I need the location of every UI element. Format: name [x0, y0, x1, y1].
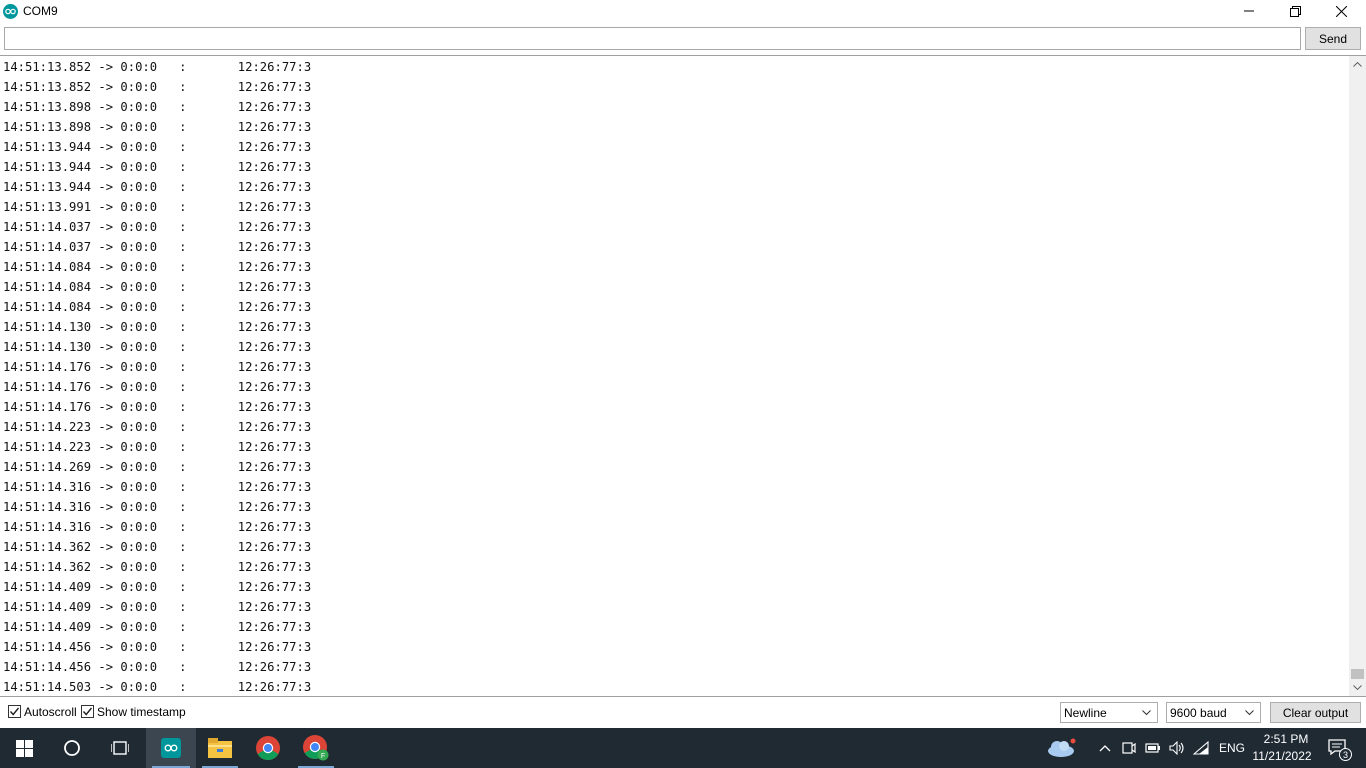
- task-view-icon[interactable]: [96, 728, 144, 768]
- output-line: 14:51:14.316 -> 0:0:0 : 12:26:77:3: [3, 520, 312, 534]
- output-line: 14:51:14.456 -> 0:0:0 : 12:26:77:3: [3, 640, 312, 654]
- baud-rate-select[interactable]: 9600 baud: [1166, 702, 1261, 723]
- windows-taskbar: F ENG 2:51 PM 11/21/2022 3: [0, 728, 1366, 768]
- bottom-bar: Autoscroll Show timestamp Newline 9600 b…: [0, 698, 1366, 728]
- output-line: 14:51:14.362 -> 0:0:0 : 12:26:77:3: [3, 540, 312, 554]
- title-bar: COM9: [0, 0, 1366, 24]
- output-line: 14:51:14.084 -> 0:0:0 : 12:26:77:3: [3, 260, 312, 274]
- restore-button[interactable]: [1272, 0, 1318, 22]
- show-timestamp-checkbox[interactable]: [81, 705, 94, 718]
- line-ending-value: Newline: [1064, 706, 1107, 720]
- autoscroll-label[interactable]: Autoscroll: [24, 705, 77, 719]
- notification-center-icon[interactable]: 3: [1318, 728, 1358, 768]
- output-line: 14:51:13.991 -> 0:0:0 : 12:26:77:3: [3, 200, 312, 214]
- windows-start-icon[interactable]: [0, 728, 48, 768]
- output-line: 14:51:14.316 -> 0:0:0 : 12:26:77:3: [3, 480, 312, 494]
- svg-text:F: F: [321, 753, 325, 760]
- serial-output[interactable]: 14:51:13.852 -> 0:0:0 : 12:26:77:3 14:51:…: [0, 55, 1366, 697]
- output-line: 14:51:14.130 -> 0:0:0 : 12:26:77:3: [3, 340, 312, 354]
- language-indicator[interactable]: ENG: [1219, 741, 1245, 755]
- clear-output-button[interactable]: Clear output: [1270, 702, 1361, 723]
- output-line: 14:51:14.130 -> 0:0:0 : 12:26:77:3: [3, 320, 312, 334]
- output-line: 14:51:13.852 -> 0:0:0 : 12:26:77:3: [3, 80, 312, 94]
- output-line: 14:51:14.409 -> 0:0:0 : 12:26:77:3: [3, 620, 312, 634]
- chevron-down-icon: [1245, 710, 1254, 716]
- window-title: COM9: [23, 4, 58, 18]
- autoscroll-checkbox[interactable]: [8, 705, 21, 718]
- chevron-up-icon[interactable]: [1094, 728, 1116, 768]
- output-line: 14:51:14.269 -> 0:0:0 : 12:26:77:3: [3, 460, 312, 474]
- scroll-down-arrow-icon[interactable]: [1349, 679, 1366, 696]
- output-line: 14:51:14.084 -> 0:0:0 : 12:26:77:3: [3, 300, 312, 314]
- output-line: 14:51:13.944 -> 0:0:0 : 12:26:77:3: [3, 160, 312, 174]
- close-button[interactable]: [1318, 0, 1364, 22]
- output-line: 14:51:13.944 -> 0:0:0 : 12:26:77:3: [3, 180, 312, 194]
- output-line: 14:51:14.037 -> 0:0:0 : 12:26:77:3: [3, 220, 312, 234]
- battery-icon[interactable]: [1142, 728, 1164, 768]
- output-line: 14:51:14.409 -> 0:0:0 : 12:26:77:3: [3, 600, 312, 614]
- arduino-icon[interactable]: [146, 728, 196, 768]
- file-explorer-icon[interactable]: [196, 728, 244, 768]
- chrome-icon[interactable]: [244, 728, 292, 768]
- output-line: 14:51:13.944 -> 0:0:0 : 12:26:77:3: [3, 140, 312, 154]
- output-line: 14:51:13.898 -> 0:0:0 : 12:26:77:3: [3, 120, 312, 134]
- output-line: 14:51:14.503 -> 0:0:0 : 12:26:77:3: [3, 680, 312, 694]
- send-bar: Send: [0, 24, 1366, 54]
- chrome-profile-icon[interactable]: F: [292, 728, 340, 768]
- clock-time[interactable]: 2:51 PM: [1258, 732, 1314, 746]
- vertical-scrollbar[interactable]: [1349, 56, 1366, 696]
- arduino-icon: [3, 4, 18, 19]
- output-line: 14:51:13.852 -> 0:0:0 : 12:26:77:3: [3, 60, 312, 74]
- output-line: 14:51:14.456 -> 0:0:0 : 12:26:77:3: [3, 660, 312, 674]
- send-button[interactable]: Send: [1305, 27, 1361, 50]
- wifi-icon[interactable]: [1190, 728, 1212, 768]
- minimize-button[interactable]: [1226, 0, 1272, 22]
- cortana-search-icon[interactable]: [48, 728, 96, 768]
- output-line: 14:51:14.037 -> 0:0:0 : 12:26:77:3: [3, 240, 312, 254]
- output-line: 14:51:14.084 -> 0:0:0 : 12:26:77:3: [3, 280, 312, 294]
- output-line: 14:51:14.409 -> 0:0:0 : 12:26:77:3: [3, 580, 312, 594]
- scroll-up-arrow-icon[interactable]: [1349, 56, 1366, 73]
- output-line: 14:51:14.176 -> 0:0:0 : 12:26:77:3: [3, 380, 312, 394]
- weather-cloud-icon[interactable]: [1042, 728, 1080, 768]
- output-line: 14:51:14.176 -> 0:0:0 : 12:26:77:3: [3, 360, 312, 374]
- clock-date[interactable]: 11/21/2022: [1250, 749, 1314, 763]
- output-line: 14:51:13.898 -> 0:0:0 : 12:26:77:3: [3, 100, 312, 114]
- output-line: 14:51:14.176 -> 0:0:0 : 12:26:77:3: [3, 400, 312, 414]
- line-ending-select[interactable]: Newline: [1060, 702, 1158, 723]
- baud-rate-value: 9600 baud: [1170, 706, 1227, 720]
- show-timestamp-label[interactable]: Show timestamp: [97, 705, 186, 719]
- notification-count-badge: 3: [1339, 748, 1352, 761]
- meet-now-icon[interactable]: [1118, 728, 1140, 768]
- serial-input[interactable]: [4, 27, 1301, 50]
- scrollbar-thumb[interactable]: [1351, 669, 1364, 679]
- output-line: 14:51:14.362 -> 0:0:0 : 12:26:77:3: [3, 560, 312, 574]
- output-line: 14:51:14.223 -> 0:0:0 : 12:26:77:3: [3, 440, 312, 454]
- output-lines: 14:51:13.852 -> 0:0:0 : 12:26:77:3 14:51:…: [3, 57, 312, 696]
- volume-icon[interactable]: [1166, 728, 1188, 768]
- output-line: 14:51:14.316 -> 0:0:0 : 12:26:77:3: [3, 500, 312, 514]
- output-line: 14:51:14.223 -> 0:0:0 : 12:26:77:3: [3, 420, 312, 434]
- chevron-down-icon: [1142, 710, 1151, 716]
